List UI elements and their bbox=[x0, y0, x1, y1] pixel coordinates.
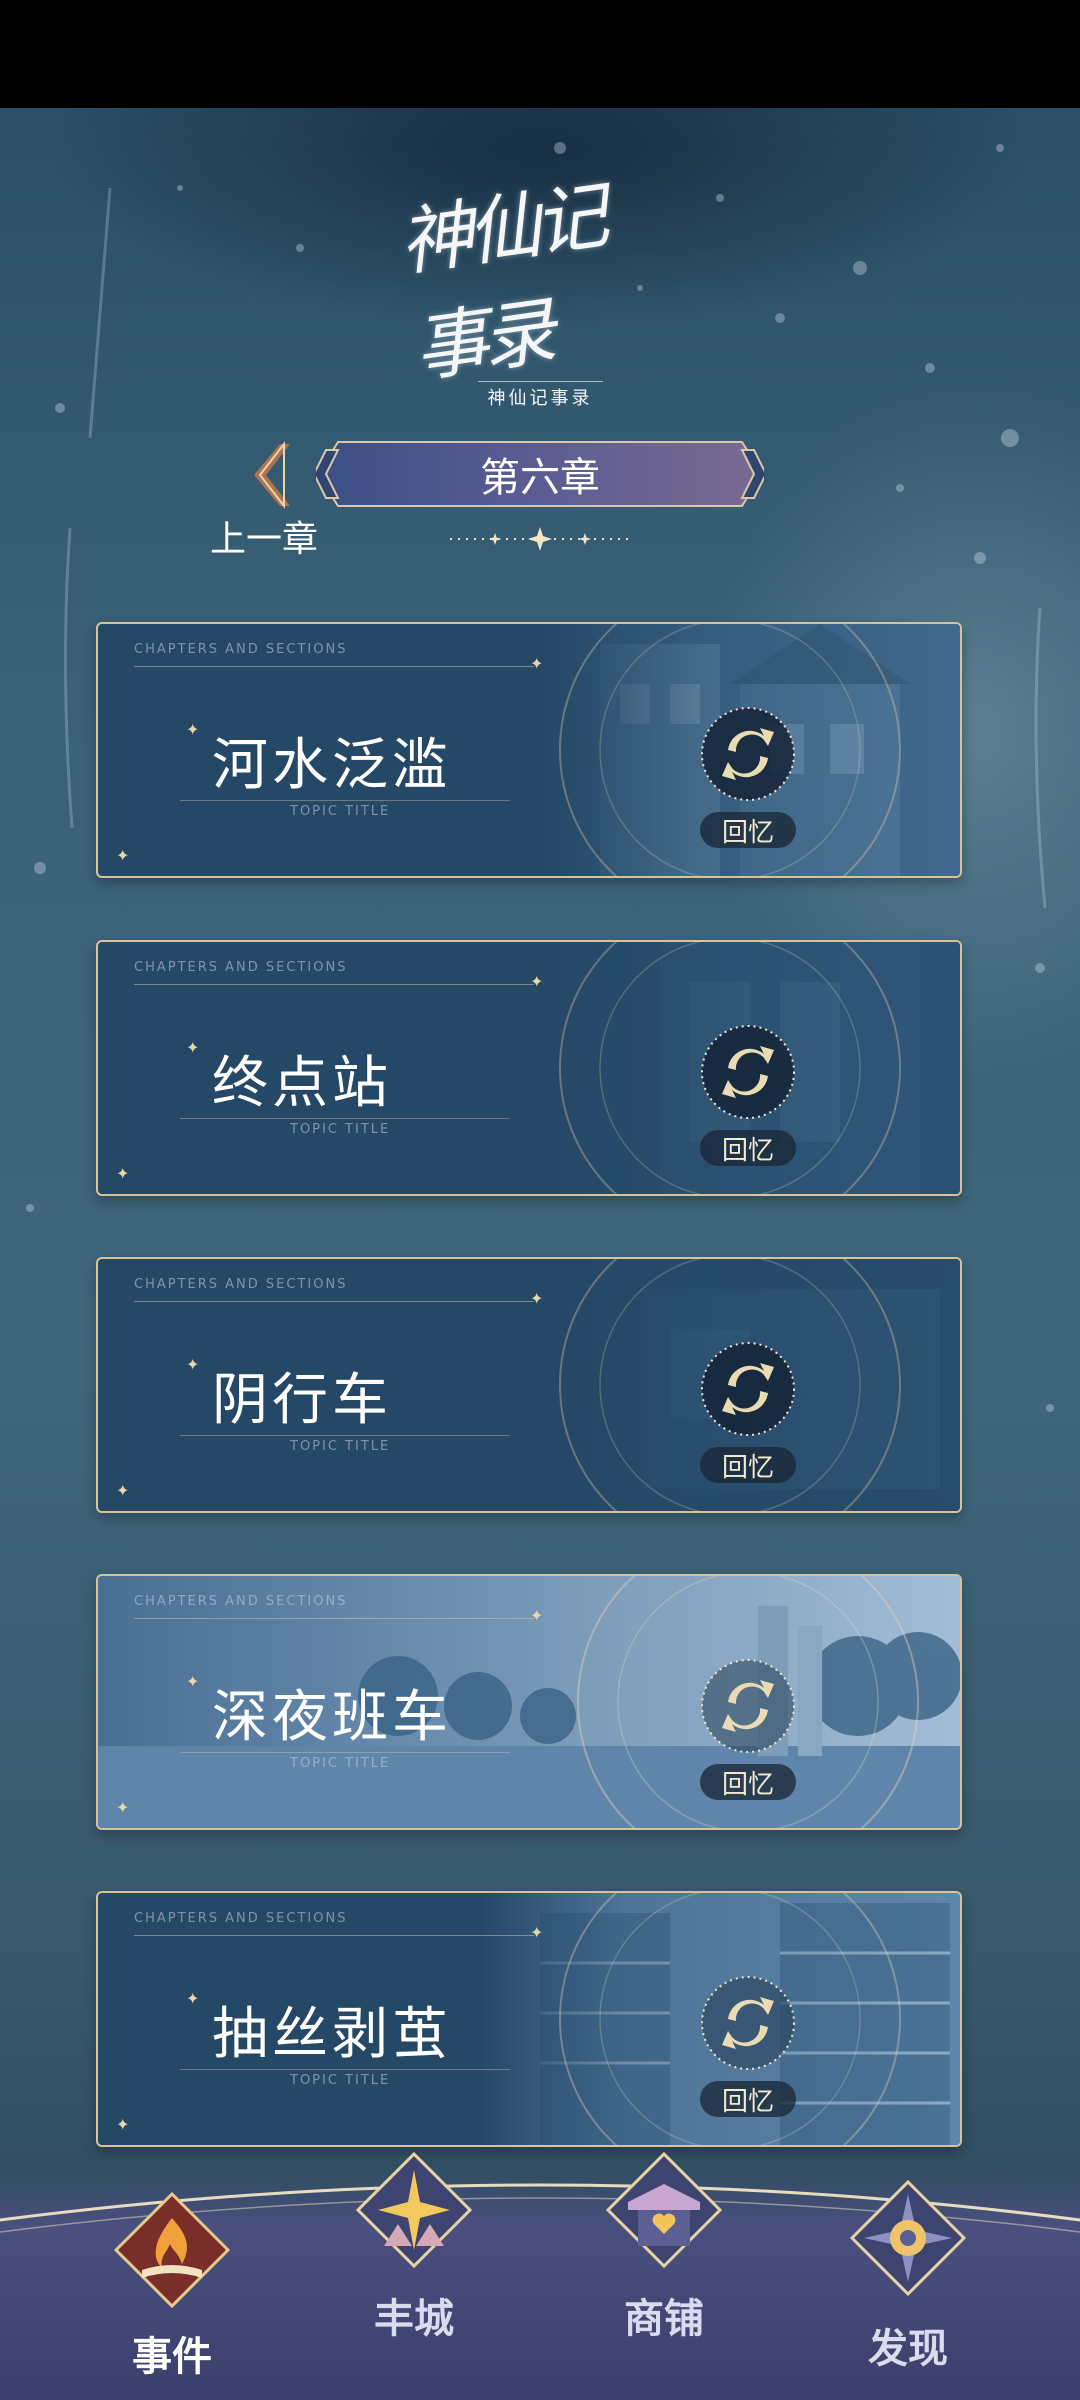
sparkle-icon: ✦ bbox=[186, 1355, 200, 1374]
star-castle-icon bbox=[355, 2151, 473, 2269]
chapters-sections-label: CHAPTERS AND SECTIONS bbox=[134, 642, 348, 657]
divider-line bbox=[134, 984, 534, 985]
divider-line bbox=[180, 1752, 510, 1753]
topic-title-label: TOPIC TITLE bbox=[290, 804, 391, 819]
tab-label: 丰城 bbox=[374, 2295, 454, 2342]
sparkle-divider-icon bbox=[450, 527, 630, 551]
episode-title: 阴行车 bbox=[212, 1368, 392, 1433]
game-logo: 神仙记事录 神仙记事录 bbox=[394, 173, 675, 409]
episode-title: 深夜班车 bbox=[212, 1685, 452, 1750]
tab-city[interactable]: 丰城 bbox=[334, 2151, 494, 2390]
chapters-sections-label: CHAPTERS AND SECTIONS bbox=[134, 960, 348, 975]
divider-line bbox=[134, 666, 534, 667]
sparkle-icon: ✦ bbox=[116, 2115, 130, 2134]
sparkle-icon: ✦ bbox=[186, 1989, 200, 2008]
tab-discover[interactable]: 发现 bbox=[828, 2179, 988, 2390]
memory-button[interactable]: 回忆 bbox=[700, 1447, 796, 1483]
memory-button[interactable]: 回忆 bbox=[700, 1764, 796, 1800]
episode-title: 河水泛滥 bbox=[212, 733, 452, 798]
chapter-title: 第六章 bbox=[480, 455, 600, 501]
chapters-sections-label: CHAPTERS AND SECTIONS bbox=[134, 1911, 348, 1926]
sparkle-icon: ✦ bbox=[116, 1798, 130, 1817]
logo-script-text: 神仙记事录 bbox=[393, 172, 608, 393]
divider-line bbox=[180, 1435, 510, 1436]
shop-heart-icon bbox=[605, 2151, 723, 2269]
replay-icon[interactable] bbox=[698, 1022, 798, 1122]
episode-title: 抽丝剥茧 bbox=[212, 2002, 452, 2067]
sparkle-icon: ✦ bbox=[116, 1164, 130, 1183]
sparkle-icon: ✦ bbox=[530, 654, 544, 673]
sparkle-icon: ✦ bbox=[530, 972, 544, 991]
replay-icon[interactable] bbox=[698, 704, 798, 804]
topic-title-label: TOPIC TITLE bbox=[290, 1756, 391, 1771]
topic-title-label: TOPIC TITLE bbox=[290, 1439, 391, 1454]
divider-line bbox=[180, 1118, 510, 1119]
episode-card-2[interactable]: CHAPTERS AND SECTIONS ✦ ✦ ✦ 终点站 TOPIC TI… bbox=[96, 940, 962, 1196]
divider-line bbox=[180, 2069, 510, 2070]
prev-chapter-label[interactable]: 上一章 bbox=[210, 510, 318, 562]
memory-button[interactable]: 回忆 bbox=[700, 1130, 796, 1166]
topic-title-label: TOPIC TITLE bbox=[290, 1122, 391, 1137]
compass-icon bbox=[849, 2179, 967, 2297]
status-bar bbox=[0, 0, 1080, 108]
tab-label: 事件 bbox=[132, 2333, 212, 2380]
sparkle-icon: ✦ bbox=[530, 1289, 544, 1308]
topic-title-label: TOPIC TITLE bbox=[290, 2073, 391, 2088]
tab-events[interactable]: 事件 bbox=[92, 2190, 252, 2390]
episode-title: 终点站 bbox=[212, 1051, 392, 1116]
memory-button[interactable]: 回忆 bbox=[700, 812, 796, 848]
tab-label: 发现 bbox=[868, 2325, 948, 2372]
chapters-sections-label: CHAPTERS AND SECTIONS bbox=[134, 1277, 348, 1292]
replay-icon[interactable] bbox=[698, 1656, 798, 1756]
sparkle-icon: ✦ bbox=[186, 720, 200, 739]
sparkle-icon: ✦ bbox=[530, 1606, 544, 1625]
sparkle-icon: ✦ bbox=[116, 1481, 130, 1500]
tab-label: 商铺 bbox=[624, 2295, 704, 2342]
episode-card-5[interactable]: CHAPTERS AND SECTIONS ✦ ✦ ✦ 抽丝剥茧 TOPIC T… bbox=[96, 1891, 962, 2147]
episode-card-1[interactable]: CHAPTERS AND SECTIONS ✦ ✦ ✦ 河水泛滥 TOPIC T… bbox=[96, 622, 962, 878]
sparkle-icon: ✦ bbox=[186, 1672, 200, 1691]
replay-icon[interactable] bbox=[698, 1339, 798, 1439]
replay-icon[interactable] bbox=[698, 1973, 798, 2073]
episode-card-3[interactable]: CHAPTERS AND SECTIONS ✦ ✦ ✦ 阴行车 TOPIC TI… bbox=[96, 1257, 962, 1513]
sparkle-icon: ✦ bbox=[530, 1923, 544, 1942]
memory-button[interactable]: 回忆 bbox=[700, 2081, 796, 2117]
sparkle-icon: ✦ bbox=[186, 1038, 200, 1057]
divider-line bbox=[134, 1618, 534, 1619]
tab-shop[interactable]: 商铺 bbox=[584, 2151, 744, 2390]
episode-card-4[interactable]: CHAPTERS AND SECTIONS ✦ ✦ ✦ 深夜班车 TOPIC T… bbox=[96, 1574, 962, 1830]
chapters-sections-label: CHAPTERS AND SECTIONS bbox=[134, 1594, 348, 1609]
divider-line bbox=[180, 800, 510, 801]
divider-line bbox=[134, 1935, 534, 1936]
divider-line bbox=[134, 1301, 534, 1302]
flame-book-icon bbox=[113, 2191, 231, 2309]
sparkle-icon: ✦ bbox=[116, 846, 130, 865]
prev-chapter-arrow-icon[interactable] bbox=[240, 440, 300, 510]
